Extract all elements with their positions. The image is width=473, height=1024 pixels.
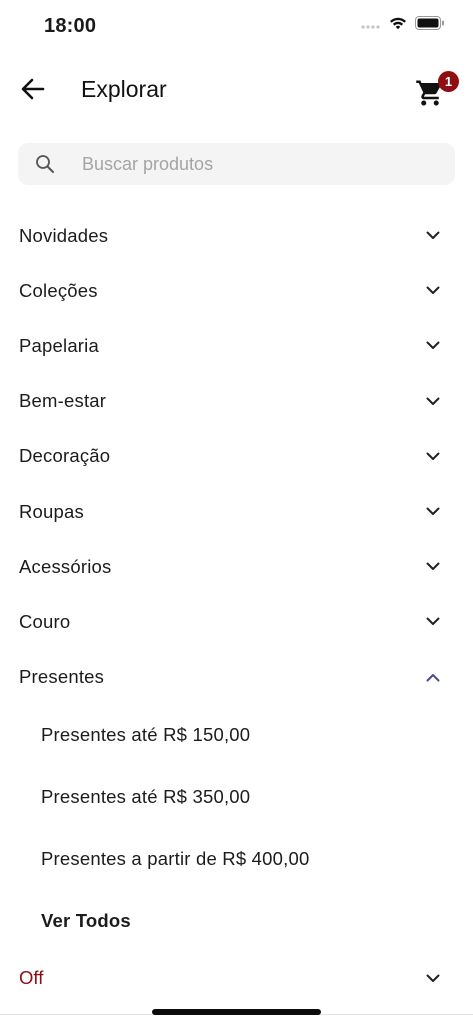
category-label: Acessórios <box>19 555 112 577</box>
category-label: Decoração <box>19 445 111 467</box>
category-label: Coleções <box>19 279 98 301</box>
category-list: Novidades Coleções Papelaria Bem-estar D… <box>0 208 473 705</box>
category-label: Couro <box>19 610 71 632</box>
arrow-left-icon <box>21 78 45 105</box>
category-label: Novidades <box>19 224 109 246</box>
category-bem-estar[interactable]: Bem-estar <box>0 374 473 429</box>
search-box[interactable] <box>18 143 455 185</box>
presentes-submenu: Presentes até R$ 150,00 Presentes até R$… <box>0 704 473 952</box>
category-novidades[interactable]: Novidades <box>0 208 473 263</box>
search-icon <box>35 154 55 174</box>
category-off[interactable]: Off <box>0 951 473 1006</box>
subcategory-item[interactable]: Presentes até R$ 150,00 <box>0 704 473 766</box>
chevron-down-icon <box>425 614 441 630</box>
category-label: Roupas <box>19 500 84 522</box>
chevron-up-icon <box>425 669 441 685</box>
back-button[interactable] <box>18 76 48 106</box>
app-header: Explorar 1 <box>0 62 473 120</box>
category-label: Presentes <box>19 666 105 688</box>
status-bar: 18:00 <box>0 0 473 52</box>
view-all-label: Ver Todos <box>41 910 131 931</box>
category-presentes[interactable]: Presentes <box>0 650 473 705</box>
category-papelaria[interactable]: Papelaria <box>0 318 473 373</box>
signal-icon <box>361 17 381 35</box>
chevron-down-icon <box>425 448 441 464</box>
category-label: Bem-estar <box>19 390 107 412</box>
chevron-down-icon <box>425 283 441 299</box>
category-label: Papelaria <box>19 334 99 356</box>
wifi-icon <box>389 16 407 35</box>
cart-count-badge: 1 <box>438 71 459 92</box>
status-time: 18:00 <box>44 15 97 37</box>
category-roupas[interactable]: Roupas <box>0 484 473 539</box>
status-icons <box>361 16 445 35</box>
category-colecoes[interactable]: Coleções <box>0 263 473 318</box>
cart-button[interactable]: 1 <box>413 71 459 112</box>
chevron-down-icon <box>425 504 441 520</box>
subcategory-item[interactable]: Presentes a partir de R$ 400,00 <box>0 828 473 890</box>
home-indicator <box>152 1009 321 1015</box>
subcategory-label: Presentes a partir de R$ 400,00 <box>41 848 310 869</box>
chevron-down-icon <box>425 559 441 575</box>
battery-icon <box>415 16 445 35</box>
chevron-down-icon <box>425 970 441 986</box>
subcategory-item[interactable]: Presentes até R$ 350,00 <box>0 766 473 828</box>
category-couro[interactable]: Couro <box>0 594 473 649</box>
chevron-down-icon <box>425 393 441 409</box>
subcategory-label: Presentes até R$ 150,00 <box>41 724 251 745</box>
category-acessorios[interactable]: Acessórios <box>0 539 473 594</box>
category-label: Off <box>19 967 44 988</box>
search-input[interactable] <box>82 143 442 185</box>
page-title: Explorar <box>81 76 167 102</box>
chevron-down-icon <box>425 338 441 354</box>
category-decoracao[interactable]: Decoração <box>0 429 473 484</box>
subcategory-label: Presentes até R$ 350,00 <box>41 786 251 807</box>
view-all-link[interactable]: Ver Todos <box>0 890 473 952</box>
chevron-down-icon <box>425 228 441 244</box>
